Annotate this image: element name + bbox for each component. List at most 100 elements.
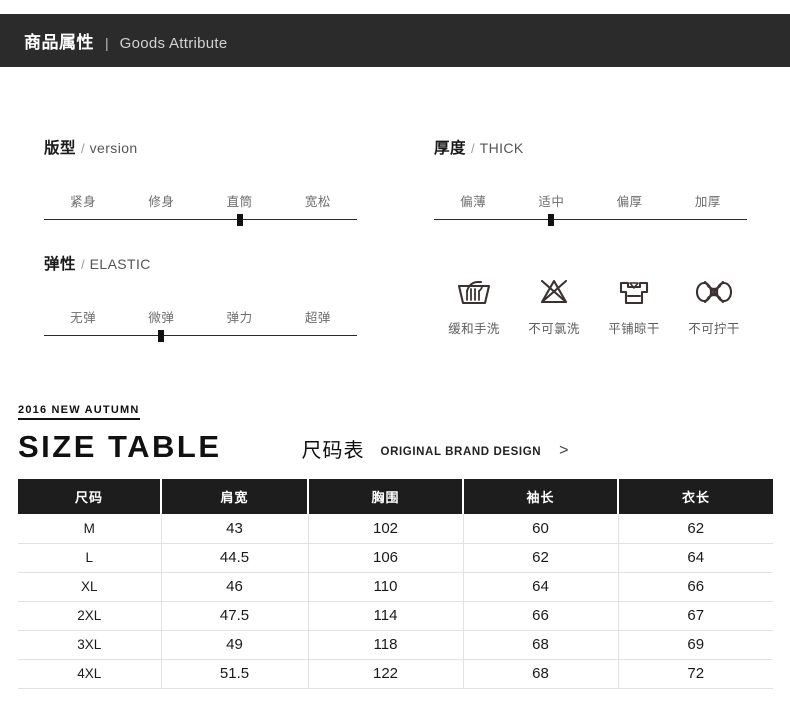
cell-shoulder: 44.5 — [161, 543, 309, 573]
cell-length: 64 — [618, 543, 773, 573]
attribute-version-separator: / — [81, 141, 85, 156]
cell-size: 4XL — [18, 659, 162, 689]
column-header-bust: 胸围 — [308, 479, 464, 514]
attribute-elastic-scale[interactable]: 无弹 微弹 弹力 超弹 — [44, 307, 357, 342]
flat-dry-icon — [614, 272, 654, 312]
cell-bust: 122 — [308, 659, 464, 689]
cell-sleeve: 60 — [463, 514, 619, 544]
cell-sleeve: 68 — [463, 630, 619, 660]
product-attribute-page: 商品属性 | Goods Attribute 版型 / version 紧身 修身 … — [0, 0, 790, 705]
attribute-thickness-title-en: THICK — [479, 140, 524, 156]
attribute-elastic-separator: / — [81, 257, 85, 272]
scale-label[interactable]: 无弹 — [44, 307, 122, 326]
attribute-thickness-track[interactable] — [434, 214, 747, 226]
cell-shoulder: 49 — [161, 630, 309, 660]
size-title-en: SIZE TABLE — [18, 429, 222, 465]
attribute-version-title-cn: 版型 — [44, 140, 77, 157]
care-label: 不可氯洗 — [528, 322, 580, 336]
column-header-sleeve: 袖长 — [463, 479, 619, 514]
table-row: L 44.5 106 62 64 — [18, 543, 773, 573]
cell-sleeve: 64 — [463, 572, 619, 602]
attribute-thickness-separator: / — [471, 141, 475, 156]
cell-length: 62 — [618, 514, 773, 544]
scale-label[interactable]: 宽松 — [279, 191, 357, 210]
table-row: XL 46 110 64 66 — [18, 572, 773, 602]
cell-shoulder: 46 — [161, 572, 309, 602]
attribute-elastic-title-en: ELASTIC — [89, 256, 151, 272]
cell-size: L — [18, 543, 162, 573]
cell-bust: 110 — [308, 572, 464, 602]
cell-length: 69 — [618, 630, 773, 660]
size-subtitle-en: ORIGINAL BRAND DESIGN — [380, 445, 542, 458]
attribute-thickness-scale[interactable]: 偏薄 适中 偏厚 加厚 — [434, 191, 747, 226]
scale-label[interactable]: 超弹 — [279, 307, 357, 326]
section-header-bar: 商品属性 | Goods Attribute — [0, 14, 790, 67]
attribute-elastic-labels: 无弹 微弹 弹力 超弹 — [44, 307, 357, 326]
size-table-body: M 43 102 60 62 L 44.5 106 62 64 XL 46 11… — [18, 514, 773, 689]
attribute-version-track[interactable] — [44, 214, 357, 226]
size-table-head: 尺码 肩宽 胸围 袖长 衣长 — [18, 479, 773, 514]
hand-wash-icon — [454, 272, 494, 312]
care-instruction-row: 缓和手洗 不可氯洗 平铺晾干 不可拧干 — [434, 272, 754, 337]
attribute-thickness-title: 厚度 / THICK — [434, 136, 752, 158]
attribute-elastic-track[interactable] — [44, 330, 357, 342]
attribute-thickness: 厚度 / THICK 偏薄 适中 偏厚 加厚 — [434, 136, 752, 226]
cell-shoulder: 51.5 — [161, 659, 309, 689]
scale-label[interactable]: 适中 — [512, 191, 590, 210]
attribute-elastic-title: 弹性 / ELASTIC — [44, 252, 362, 274]
attribute-thickness-labels: 偏薄 适中 偏厚 加厚 — [434, 191, 747, 210]
size-title-cn: 尺码表 — [301, 440, 365, 463]
table-row: 3XL 49 118 68 69 — [18, 630, 773, 660]
scale-label[interactable]: 紧身 — [44, 191, 122, 210]
header-title-group: 商品属性 | Goods Attribute — [0, 28, 228, 53]
column-header-size: 尺码 — [18, 479, 162, 514]
attribute-version-thumb[interactable] — [236, 214, 243, 226]
season-tag: 2016 NEW AUTUMN — [18, 404, 140, 421]
scale-label[interactable]: 修身 — [122, 191, 200, 210]
cell-shoulder: 43 — [161, 514, 309, 544]
cell-length: 66 — [618, 572, 773, 602]
attribute-elastic-thumb[interactable] — [158, 330, 165, 342]
cell-length: 72 — [618, 659, 773, 689]
attribute-version-scale[interactable]: 紧身 修身 直筒 宽松 — [44, 191, 357, 226]
cell-shoulder: 47.5 — [161, 601, 309, 631]
cell-bust: 118 — [308, 630, 464, 660]
cell-size: 3XL — [18, 630, 162, 660]
table-row: 2XL 47.5 114 66 67 — [18, 601, 773, 631]
cell-bust: 102 — [308, 514, 464, 544]
scale-label[interactable]: 偏薄 — [434, 191, 512, 210]
table-header-row: 尺码 肩宽 胸围 袖长 衣长 — [18, 479, 773, 514]
cell-sleeve: 66 — [463, 601, 619, 631]
cell-size: M — [18, 514, 162, 544]
scale-label[interactable]: 微弹 — [122, 307, 200, 326]
header-title-cn: 商品属性 — [24, 33, 94, 52]
attribute-thickness-title-cn: 厚度 — [434, 140, 467, 157]
size-table: 尺码 肩宽 胸围 袖长 衣长 M 43 102 60 62 L 44.5 106… — [18, 479, 773, 689]
care-label: 平铺晾干 — [608, 322, 660, 336]
cell-sleeve: 62 — [463, 543, 619, 573]
size-table-heading: 2016 NEW AUTUMN SIZE TABLE 尺码表 ORIGINAL … — [18, 400, 772, 462]
scale-label[interactable]: 弹力 — [201, 307, 279, 326]
care-label: 缓和手洗 — [448, 322, 500, 336]
scale-label[interactable]: 偏厚 — [591, 191, 669, 210]
care-item-hand-wash: 缓和手洗 — [434, 272, 514, 337]
attribute-version-title: 版型 / version — [44, 136, 362, 158]
cell-length: 67 — [618, 601, 773, 631]
chevron-right-icon[interactable]: > — [559, 443, 568, 459]
care-item-no-bleach: 不可氯洗 — [514, 272, 594, 337]
cell-size: XL — [18, 572, 162, 602]
attribute-thickness-thumb[interactable] — [548, 214, 555, 226]
attribute-version: 版型 / version 紧身 修身 直筒 宽松 — [44, 136, 362, 226]
cell-bust: 114 — [308, 601, 464, 631]
cell-sleeve: 68 — [463, 659, 619, 689]
attribute-elastic: 弹性 / ELASTIC 无弹 微弹 弹力 超弹 — [44, 252, 362, 342]
scale-label[interactable]: 直筒 — [201, 191, 279, 210]
attribute-elastic-title-cn: 弹性 — [44, 256, 77, 273]
header-title-en: Goods Attribute — [119, 35, 228, 52]
scale-label[interactable]: 加厚 — [669, 191, 747, 210]
cell-bust: 106 — [308, 543, 464, 573]
cell-size: 2XL — [18, 601, 162, 631]
no-bleach-icon — [534, 272, 574, 312]
size-heading-row: SIZE TABLE 尺码表 ORIGINAL BRAND DESIGN > — [18, 431, 772, 462]
attribute-version-title-en: version — [89, 140, 138, 156]
